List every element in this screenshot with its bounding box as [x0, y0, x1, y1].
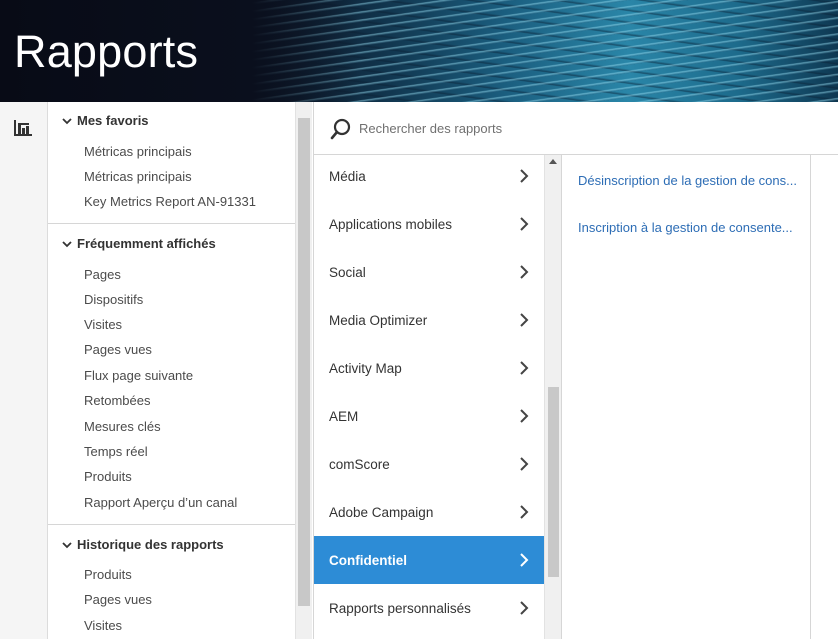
list-item[interactable]: Temps réel — [84, 444, 148, 459]
category-confidentiel[interactable]: Confidentiel — [314, 536, 544, 584]
category-label: Confidentiel — [329, 552, 407, 568]
search-bar[interactable]: Rechercher des rapports — [313, 102, 838, 155]
category-label: Adobe Campaign — [329, 504, 434, 520]
chevron-right-icon — [520, 409, 529, 423]
section-divider — [48, 223, 295, 224]
list-item[interactable]: Pages — [84, 267, 121, 282]
page-title: Rapports — [14, 26, 199, 77]
category-aem[interactable]: AEM — [314, 392, 544, 440]
chevron-right-icon — [520, 457, 529, 471]
chevron-right-icon — [520, 217, 529, 231]
category-label: Média — [329, 168, 366, 184]
section-title: Fréquemment affichés — [77, 236, 216, 251]
list-item[interactable]: Key Metrics Report AN-91331 — [84, 194, 256, 209]
search-icon — [330, 118, 351, 140]
section-title: Historique des rapports — [77, 537, 224, 552]
category-label: Media Optimizer — [329, 312, 428, 328]
detail-column — [810, 155, 838, 639]
category-adobe-campaign[interactable]: Adobe Campaign — [314, 488, 544, 536]
category-media-optimizer[interactable]: Media Optimizer — [314, 296, 544, 344]
header-banner: Rapports — [0, 0, 838, 102]
chevron-right-icon — [520, 265, 529, 279]
category-scrollbar[interactable] — [544, 155, 561, 639]
chevron-right-icon — [520, 505, 529, 519]
list-item[interactable]: Retombées — [84, 393, 150, 408]
list-item[interactable]: Métricas principais — [84, 169, 192, 184]
section-mes-favoris[interactable]: Mes favoris — [62, 113, 149, 128]
list-item[interactable]: Rapport Aperçu d’un canal — [84, 495, 237, 510]
section-title: Mes favoris — [77, 113, 149, 128]
report-link[interactable]: Inscription à la gestion de consente... — [578, 220, 793, 235]
category-label: comScore — [329, 456, 390, 472]
chevron-right-icon — [520, 313, 529, 327]
chevron-right-icon — [520, 361, 529, 375]
category-comscore[interactable]: comScore — [314, 440, 544, 488]
list-item[interactable]: Mesures clés — [84, 419, 161, 434]
chevron-right-icon — [520, 553, 529, 567]
chevron-right-icon — [520, 169, 529, 183]
category-applications-mobiles[interactable]: Applications mobiles — [314, 200, 544, 248]
report-link[interactable]: Désinscription de la gestion de cons... — [578, 173, 797, 188]
section-frequemment-affiches[interactable]: Fréquemment affichés — [62, 236, 216, 251]
list-item[interactable]: Produits — [84, 567, 132, 582]
category-label: Activity Map — [329, 360, 402, 376]
favorites-panel: Mes favoris Métricas principais Métricas… — [48, 102, 295, 639]
reports-icon[interactable] — [14, 120, 32, 136]
list-item[interactable]: Produits — [84, 469, 132, 484]
category-activity-map[interactable]: Activity Map — [314, 344, 544, 392]
list-item[interactable]: Pages vues — [84, 342, 152, 357]
list-item[interactable]: Flux page suivante — [84, 368, 193, 383]
scrollbar-thumb[interactable] — [298, 118, 310, 606]
category-media[interactable]: Média — [314, 155, 544, 200]
chevron-right-icon — [520, 601, 529, 615]
category-rapports-personnalises[interactable]: Rapports personnalisés — [314, 584, 544, 632]
list-item[interactable]: Pages vues — [84, 592, 152, 607]
search-input[interactable]: Rechercher des rapports — [359, 121, 502, 136]
chevron-down-icon — [62, 541, 72, 548]
category-label: Rapports personnalisés — [329, 600, 471, 616]
category-label: Applications mobiles — [329, 216, 453, 232]
category-label: AEM — [329, 408, 359, 424]
category-list: Média Applications mobiles Social Media … — [313, 155, 544, 639]
favorites-scrollbar[interactable] — [295, 102, 312, 639]
scrollbar-thumb[interactable] — [548, 387, 559, 577]
list-item[interactable]: Métricas principais — [84, 144, 192, 159]
chevron-down-icon — [62, 117, 72, 124]
scroll-up-arrow-icon[interactable] — [549, 159, 557, 164]
reports-panel: Désinscription de la gestion de cons... … — [561, 155, 810, 639]
category-social[interactable]: Social — [314, 248, 544, 296]
category-label: Social — [329, 264, 366, 280]
list-item[interactable]: Dispositifs — [84, 292, 143, 307]
section-divider — [48, 524, 295, 525]
icon-rail — [0, 102, 48, 639]
list-item[interactable]: Visites — [84, 618, 122, 633]
section-historique-des-rapports[interactable]: Historique des rapports — [62, 537, 224, 552]
list-item[interactable]: Visites — [84, 317, 122, 332]
chevron-down-icon — [62, 240, 72, 247]
